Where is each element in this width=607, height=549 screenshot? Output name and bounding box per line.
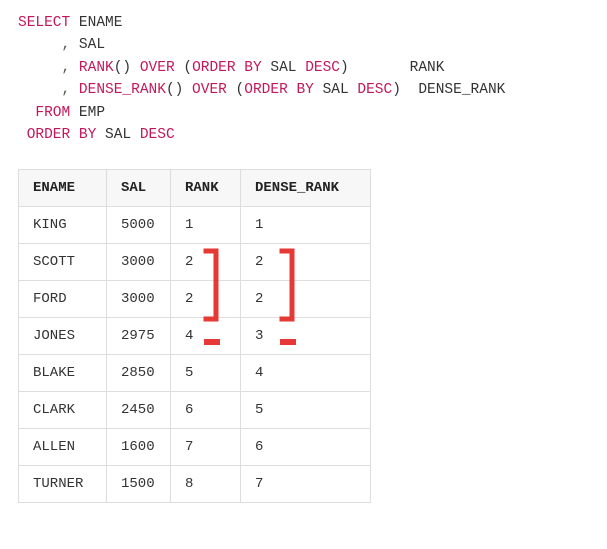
cell-rank: 2 (171, 243, 241, 280)
alias-dense-rank: DENSE_RANK (418, 82, 505, 98)
table-row: SCOTT300022 (19, 243, 371, 280)
cell-sal: 2850 (107, 354, 171, 391)
th-dense-rank: DENSE_RANK (241, 169, 371, 206)
col-sal: SAL (79, 37, 105, 53)
kw-by-2: BY (296, 82, 313, 98)
cell-ename: JONES (19, 317, 107, 354)
result-table: ENAME SAL RANK DENSE_RANK KING500011SCOT… (18, 169, 371, 503)
cell-dense_rank: 6 (241, 428, 371, 465)
kw-over-2: OVER (192, 82, 227, 98)
th-rank: RANK (171, 169, 241, 206)
cell-ename: CLARK (19, 391, 107, 428)
cell-dense_rank: 2 (241, 280, 371, 317)
kw-from: FROM (35, 105, 70, 121)
table-row: TURNER150087 (19, 465, 371, 502)
cell-rank: 1 (171, 206, 241, 243)
table-row: ALLEN160076 (19, 428, 371, 465)
cell-ename: ALLEN (19, 428, 107, 465)
kw-select: SELECT (18, 15, 70, 31)
sql-code-block: SELECT ENAME , SAL , RANK() OVER (ORDER … (18, 12, 589, 147)
cell-rank: 7 (171, 428, 241, 465)
cell-ename: TURNER (19, 465, 107, 502)
table-row: FORD300022 (19, 280, 371, 317)
cell-dense_rank: 2 (241, 243, 371, 280)
kw-by-1: BY (244, 60, 261, 76)
cell-dense_rank: 7 (241, 465, 371, 502)
alias-rank: RANK (410, 60, 445, 76)
kw-desc-2: DESC (357, 82, 392, 98)
table-header-row: ENAME SAL RANK DENSE_RANK (19, 169, 371, 206)
cell-ename: FORD (19, 280, 107, 317)
cell-rank: 4 (171, 317, 241, 354)
cell-sal: 5000 (107, 206, 171, 243)
kw-desc-1: DESC (305, 60, 340, 76)
table-row: KING500011 (19, 206, 371, 243)
cell-rank: 8 (171, 465, 241, 502)
cell-sal: 3000 (107, 243, 171, 280)
table-row: BLAKE285054 (19, 354, 371, 391)
table-row: JONES297543 (19, 317, 371, 354)
cell-sal: 2975 (107, 317, 171, 354)
kw-desc-3: DESC (140, 127, 175, 143)
cell-rank: 6 (171, 391, 241, 428)
fn-rank: RANK (79, 60, 114, 76)
cell-dense_rank: 5 (241, 391, 371, 428)
cell-sal: 3000 (107, 280, 171, 317)
cell-ename: KING (19, 206, 107, 243)
cell-ename: BLAKE (19, 354, 107, 391)
th-ename: ENAME (19, 169, 107, 206)
kw-over-1: OVER (140, 60, 175, 76)
kw-by-3: BY (79, 127, 96, 143)
cell-dense_rank: 4 (241, 354, 371, 391)
kw-order-3: ORDER (27, 127, 71, 143)
cell-rank: 5 (171, 354, 241, 391)
cell-sal: 1500 (107, 465, 171, 502)
cell-sal: 2450 (107, 391, 171, 428)
table-row: CLARK245065 (19, 391, 371, 428)
cell-sal: 1600 (107, 428, 171, 465)
th-sal: SAL (107, 169, 171, 206)
table-name: EMP (79, 105, 105, 121)
result-table-wrap: ENAME SAL RANK DENSE_RANK KING500011SCOT… (18, 169, 371, 503)
col-ename: ENAME (79, 15, 123, 31)
cell-dense_rank: 1 (241, 206, 371, 243)
fn-dense-rank: DENSE_RANK (79, 82, 166, 98)
kw-order-1: ORDER (192, 60, 236, 76)
cell-rank: 2 (171, 280, 241, 317)
kw-order-2: ORDER (244, 82, 288, 98)
cell-ename: SCOTT (19, 243, 107, 280)
cell-dense_rank: 3 (241, 317, 371, 354)
